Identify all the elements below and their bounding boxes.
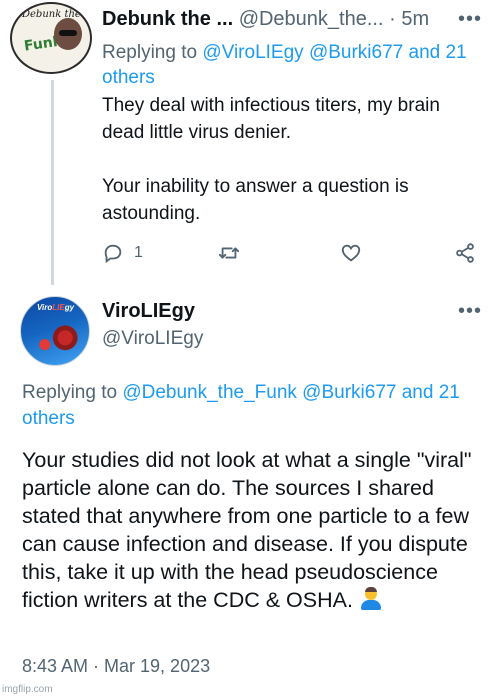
tweet1-more-options-icon[interactable]: •••: [458, 8, 482, 31]
tweet2-handle[interactable]: @ViroLIEgy: [102, 328, 203, 350]
tweet1-text: They deal with infectious titers, my bra…: [102, 95, 440, 224]
reply-button[interactable]: 1: [102, 238, 143, 268]
tweet1-header: Debunk the ... @Debunk_the... · 5m: [102, 8, 488, 34]
tweet2-timestamp[interactable]: 8:43 AM · Mar 19, 2023: [22, 656, 210, 677]
retweet-icon: [218, 247, 240, 259]
avatar-logo-text: ViroLIEgy: [37, 303, 75, 312]
tweet1-action-bar: 1: [102, 238, 482, 268]
tweet1-separator-dot: ·: [389, 8, 396, 30]
tweet2-replying-to: Replying to @Debunk_the_Funk @Burki677 a…: [22, 380, 472, 432]
tweet2-text-block: Your studies did not look at what a sing…: [22, 446, 482, 614]
tweet2-display-name[interactable]: ViroLIEgy: [102, 300, 195, 323]
tweet1-display-name[interactable]: Debunk the ...: [102, 8, 233, 30]
replying-to-label: Replying to: [22, 382, 118, 403]
thread-connector-line: [51, 80, 54, 285]
avatar-virolieGy[interactable]: ViroLIEgy: [20, 296, 90, 366]
avatar-debunk-the-funk[interactable]: Debunk the Funk: [10, 2, 92, 74]
share-button[interactable]: [454, 238, 476, 268]
watermark: imgflip.com: [2, 684, 53, 695]
like-button[interactable]: [340, 238, 362, 268]
reply-count: 1: [134, 244, 143, 261]
replying-to-label: Replying to: [102, 42, 198, 63]
tweet1-replying-to: Replying to @ViroLIEgy @Burki677 and 21 …: [102, 40, 482, 90]
man-shrugging-emoji-icon: [359, 587, 383, 611]
reply-icon: [104, 244, 122, 264]
tweet1-timestamp[interactable]: 5m: [401, 8, 429, 30]
share-icon: [456, 243, 474, 263]
tweet2-text: Your studies did not look at what a sing…: [22, 448, 472, 612]
like-icon: [341, 244, 361, 262]
retweet-button[interactable]: [218, 238, 240, 268]
tweet2-more-options-icon[interactable]: •••: [458, 300, 482, 323]
tweet1-handle[interactable]: @Debunk_the...: [239, 8, 384, 30]
avatar-face: [54, 18, 82, 50]
